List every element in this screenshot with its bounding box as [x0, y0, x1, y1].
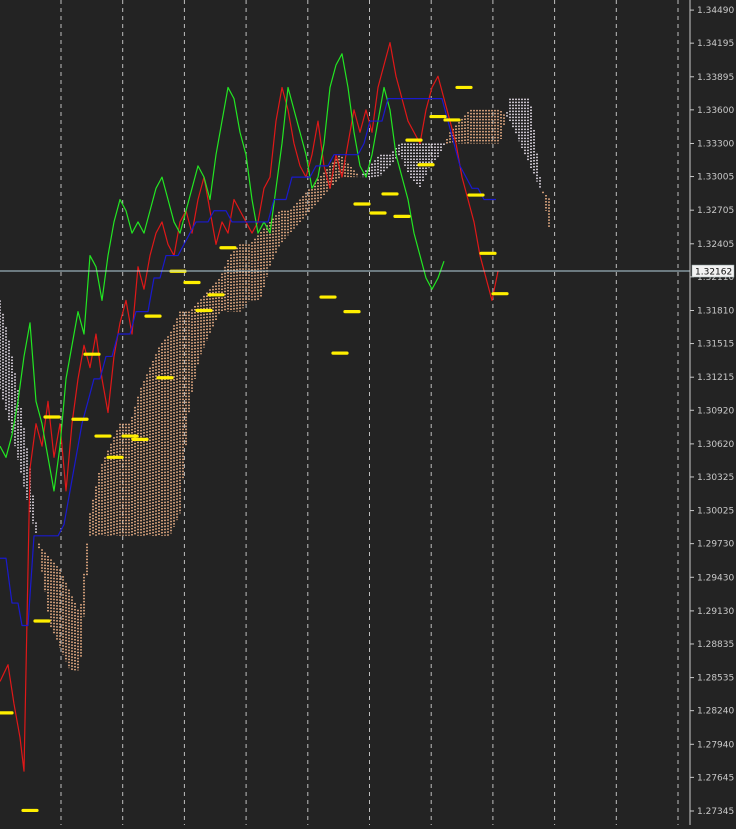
- chart-root: 1.34490 1.34195 1.33895 1.33600 1.33300 1.330…: [0, 0, 736, 825]
- ichimoku-chart[interactable]: 1.34490 1.34195 1.33895 1.33600 1.33300 1.330…: [0, 0, 736, 825]
- y-tick-label-11: 1.31215: [697, 373, 734, 383]
- current-price-label: 1.32162: [695, 268, 732, 278]
- y-tick-label-4: 1.33300: [697, 139, 734, 149]
- y-tick-label-6: 1.32705: [697, 206, 734, 216]
- y-tick-label-0: 1.34490: [697, 6, 734, 16]
- y-tick-label-2: 1.33895: [697, 73, 734, 83]
- y-tick-label-21: 1.28240: [697, 707, 734, 717]
- y-tick-label-23: 1.27645: [697, 773, 734, 783]
- y-tick-label-13: 1.30620: [697, 440, 734, 450]
- y-tick-label-19: 1.28835: [697, 640, 734, 650]
- y-tick-label-5: 1.33005: [697, 173, 734, 183]
- y-tick-label-22: 1.27940: [697, 740, 734, 750]
- y-tick-label-10: 1.31515: [697, 340, 734, 350]
- y-tick-label-12: 1.30920: [697, 406, 734, 416]
- y-tick-label-18: 1.29130: [697, 607, 734, 617]
- plot-background: [0, 0, 736, 825]
- y-tick-label-15: 1.30025: [697, 507, 734, 517]
- y-tick-label-24: 1.27345: [697, 807, 734, 817]
- y-tick-label-16: 1.29730: [697, 540, 734, 550]
- y-tick-label-9: 1.31810: [697, 306, 734, 316]
- y-tick-label-20: 1.28535: [697, 674, 734, 684]
- y-tick-label-14: 1.30325: [697, 473, 734, 483]
- y-tick-label-17: 1.29430: [697, 573, 734, 583]
- y-tick-label-3: 1.33600: [697, 106, 734, 116]
- y-tick-label-7: 1.32405: [697, 240, 734, 250]
- y-tick-label-1: 1.34195: [697, 39, 734, 49]
